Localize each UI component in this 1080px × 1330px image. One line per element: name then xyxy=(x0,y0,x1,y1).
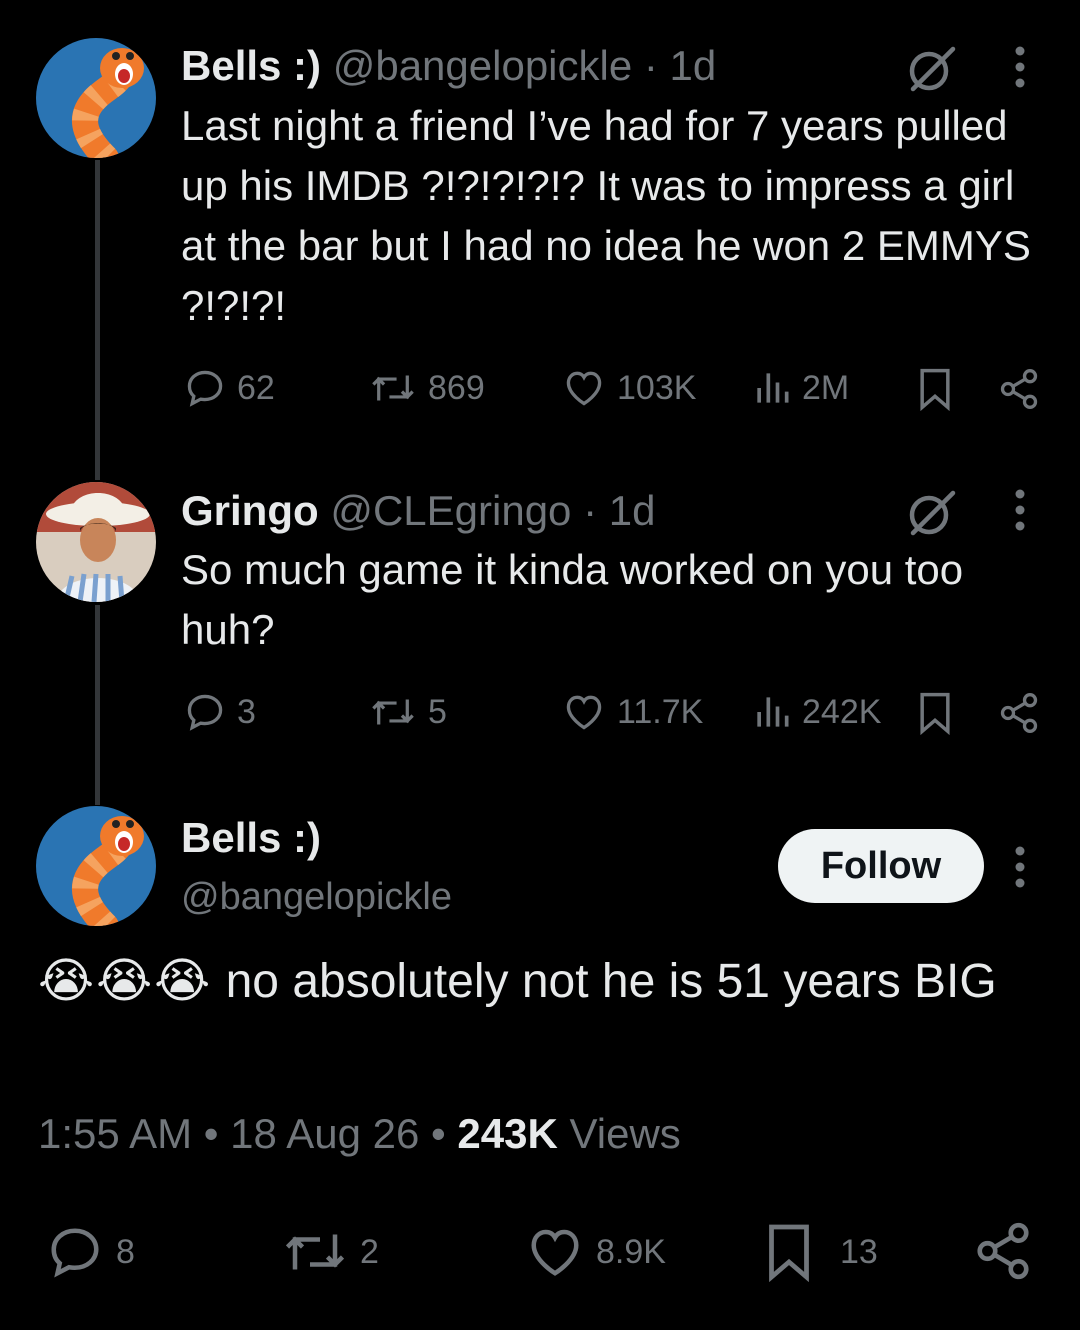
author-name[interactable]: Bells :) xyxy=(181,42,321,89)
repost-count: 2 xyxy=(360,1232,379,1271)
reply-count: 8 xyxy=(116,1232,135,1271)
grok-icon[interactable] xyxy=(905,487,957,544)
more-options-icon[interactable] xyxy=(1012,45,1028,94)
author-handle[interactable]: @bangelopickle xyxy=(181,876,452,919)
dot-separator: · xyxy=(583,487,598,534)
author-name[interactable]: Gringo xyxy=(181,487,319,534)
repost-icon xyxy=(285,1234,345,1270)
like-count: 103K xyxy=(617,368,697,407)
tweet-header: Gringo @CLEgringo · 1d xyxy=(181,487,655,535)
follow-button[interactable]: Follow xyxy=(778,829,984,903)
heart-icon xyxy=(566,371,602,406)
analytics-icon xyxy=(757,697,789,727)
reply-button[interactable]: 8 xyxy=(44,1222,135,1282)
grok-icon[interactable] xyxy=(905,43,957,100)
reply-count: 3 xyxy=(237,692,256,731)
author-name[interactable]: Bells :) xyxy=(181,814,321,862)
main-tweet-text: 😭😭😭 no absolutely not he is 51 years BIG xyxy=(38,952,1048,1012)
views-button[interactable]: 2M xyxy=(752,366,849,410)
repost-icon xyxy=(372,375,414,401)
tweet-header: Bells :) @bangelopickle · 1d xyxy=(181,42,716,90)
tweet-time[interactable]: 1d xyxy=(609,487,656,534)
bookmark-icon[interactable] xyxy=(917,367,953,416)
tweet-time[interactable]: 1d xyxy=(670,42,717,89)
repost-count: 869 xyxy=(428,368,485,407)
heart-icon xyxy=(566,695,602,730)
avatar[interactable] xyxy=(36,38,156,158)
views-button[interactable]: 242K xyxy=(752,690,881,734)
thread-connector xyxy=(95,160,100,480)
thread-connector xyxy=(95,605,100,805)
share-icon[interactable] xyxy=(972,1220,1034,1287)
reply-icon xyxy=(187,370,223,407)
bullet-separator: • xyxy=(431,1110,446,1157)
reply-button[interactable]: 3 xyxy=(183,690,256,734)
reply-button[interactable]: 62 xyxy=(183,366,275,410)
author-handle[interactable]: @CLEgringo xyxy=(330,487,571,534)
like-count: 11.7K xyxy=(617,692,704,731)
like-button[interactable]: 11.7K xyxy=(561,690,703,734)
tweet-date[interactable]: 18 Aug 26 xyxy=(230,1110,419,1157)
like-count: 8.9K xyxy=(596,1232,666,1271)
views-count: 2M xyxy=(802,368,850,407)
more-options-icon[interactable] xyxy=(1012,488,1028,537)
reply-count: 62 xyxy=(237,368,275,407)
repost-button[interactable]: 2 xyxy=(280,1222,379,1282)
repost-icon xyxy=(372,699,414,725)
views-count: 242K xyxy=(802,692,882,731)
share-icon[interactable] xyxy=(997,691,1041,740)
like-button[interactable]: 8.9K xyxy=(524,1222,666,1282)
reply-icon xyxy=(187,694,223,731)
bullet-separator: • xyxy=(203,1110,219,1157)
like-button[interactable]: 103K xyxy=(561,366,696,410)
bookmark-count: 13 xyxy=(840,1232,878,1271)
main-tweet-body: no absolutely not he is 51 years BIG xyxy=(225,955,997,1008)
bookmark-button[interactable]: 13 xyxy=(764,1222,878,1282)
tweet-metadata: 1:55 AM • 18 Aug 26 • 243K Views xyxy=(38,1110,681,1158)
views-count[interactable]: 243K xyxy=(457,1110,557,1157)
analytics-icon xyxy=(757,373,789,403)
repost-button[interactable]: 5 xyxy=(368,690,447,734)
repost-count: 5 xyxy=(428,692,447,731)
heart-icon xyxy=(531,1229,579,1276)
crying-emoji: 😭😭😭 xyxy=(38,955,213,1008)
avatar[interactable] xyxy=(36,482,156,602)
share-icon[interactable] xyxy=(997,367,1041,416)
author-handle[interactable]: @bangelopickle xyxy=(333,42,633,89)
dot-separator: · xyxy=(643,42,658,89)
views-label: Views xyxy=(569,1110,681,1157)
tweet-time[interactable]: 1:55 AM xyxy=(38,1110,192,1157)
repost-button[interactable]: 869 xyxy=(368,366,485,410)
avatar[interactable] xyxy=(36,806,156,926)
tweet-text: So much game it kinda worked on you too … xyxy=(181,546,964,653)
tweet-text: Last night a friend I’ve had for 7 years… xyxy=(181,102,1031,329)
more-options-icon[interactable] xyxy=(1012,845,1028,894)
bookmark-icon[interactable] xyxy=(917,691,953,740)
bookmark-icon xyxy=(769,1224,809,1282)
reply-icon xyxy=(51,1228,99,1278)
